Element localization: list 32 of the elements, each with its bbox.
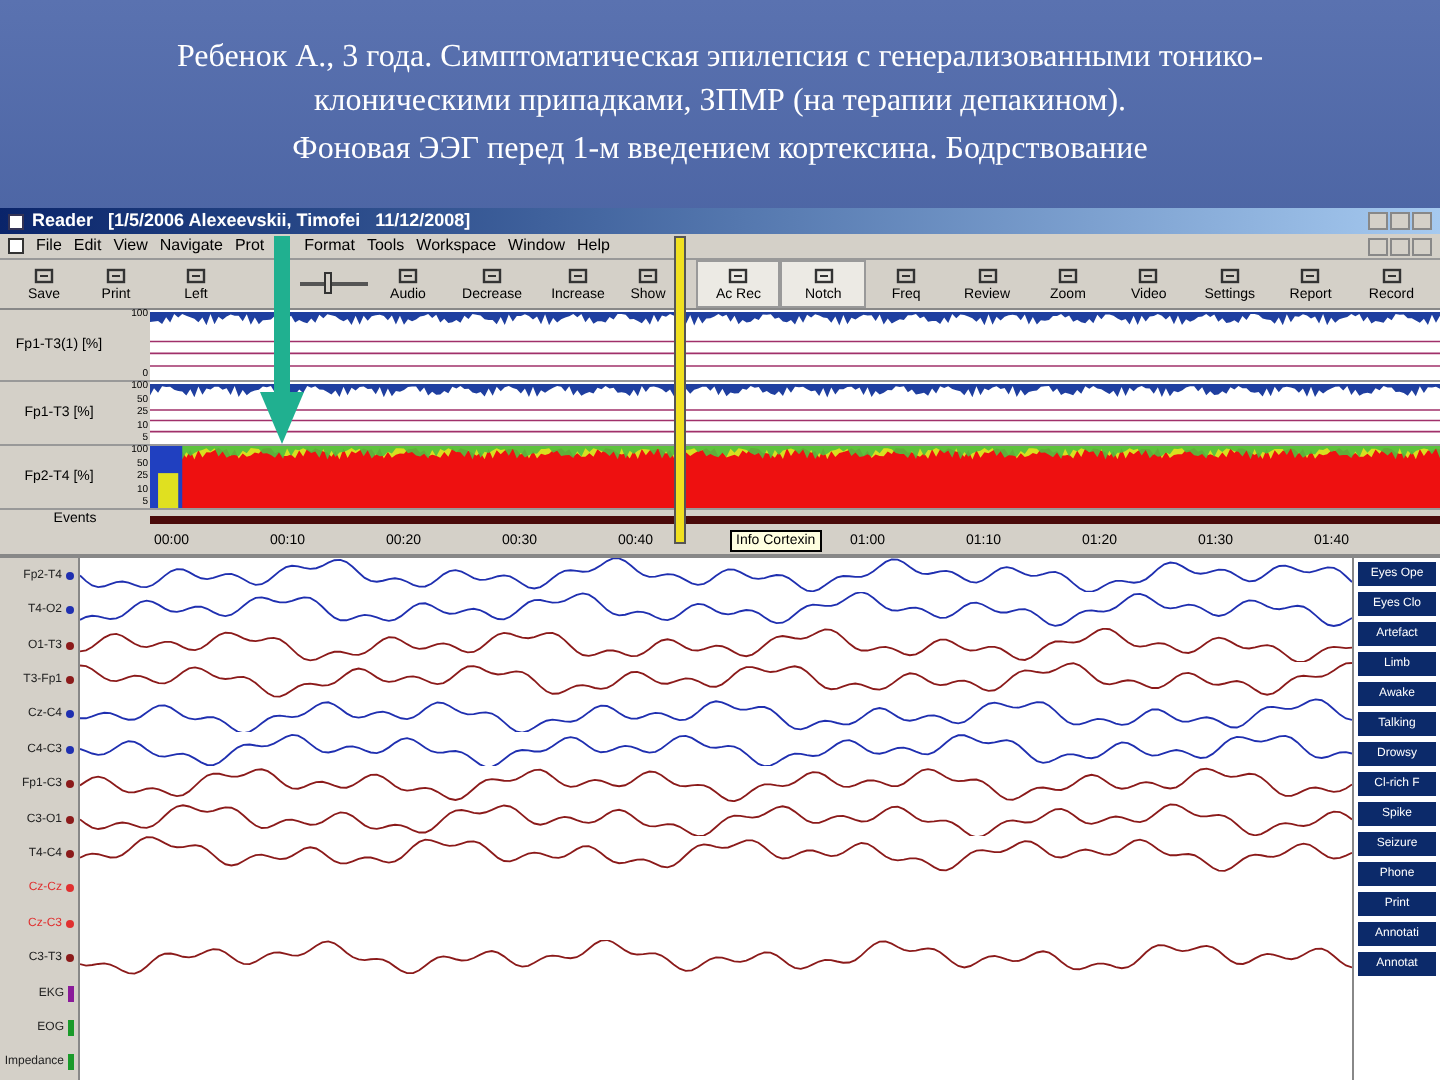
slide-title: Фоновая ЭЭГ перед 1-м введением кортексина. Бодрствование	[292, 130, 1148, 170]
toolbar-icon	[728, 267, 749, 285]
slider-thumb[interactable]	[323, 272, 332, 294]
toolbar-icon	[186, 267, 206, 285]
menu-item[interactable]: View	[113, 238, 148, 254]
toolbar-icon	[1219, 267, 1240, 285]
document-icon	[8, 238, 24, 254]
slide-title: Ребенок А., 3 года. Симптоматическая эпилепсия с генерализованными тонико-клоническими припадками, ЗПМР (на терапии депакином).	[174, 38, 1266, 122]
toolbar-icon	[1057, 267, 1078, 285]
toolbar-icon	[1138, 267, 1159, 285]
menu-item[interactable]: Navigate	[159, 238, 223, 254]
menu-item[interactable]: File	[36, 238, 62, 254]
toolbar-icon	[482, 267, 502, 285]
toolbar-icon	[638, 267, 658, 285]
toolbar-icon	[106, 267, 126, 285]
toolbar-icon	[896, 267, 917, 285]
menu-item[interactable]: Format	[304, 238, 355, 254]
toolbar-icon	[34, 267, 54, 285]
menu-item[interactable]: Workspace	[416, 238, 497, 254]
menu-item[interactable]: Tools	[366, 238, 405, 254]
toolbar-icon	[813, 267, 834, 285]
toolbar-icon	[568, 267, 588, 285]
menu-item[interactable]: Prot	[234, 238, 265, 254]
toolbar-icon	[398, 267, 418, 285]
toolbar-icon	[977, 267, 998, 285]
toolbar-icon	[1381, 267, 1402, 285]
window-title: Reader [1/5/2006 Alexeevskii, Timofei 11/12/2008]	[32, 212, 471, 230]
toolbar-icon	[1300, 267, 1321, 285]
menu-item[interactable]: Help	[577, 238, 610, 254]
app-icon	[8, 213, 24, 229]
menu-item[interactable]: Window	[508, 238, 565, 254]
menu-item[interactable]: Edit	[73, 238, 102, 254]
